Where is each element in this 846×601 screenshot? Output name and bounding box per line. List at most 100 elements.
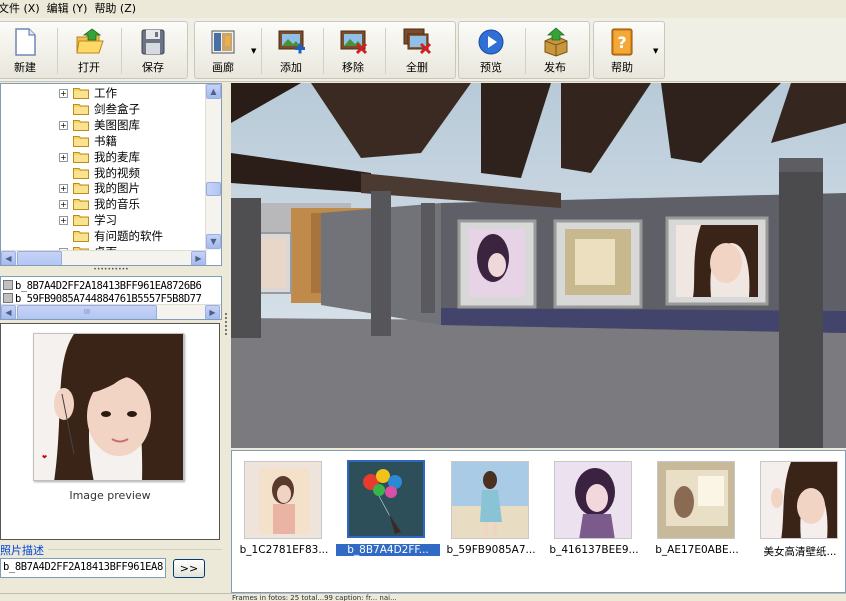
thumbnail-image: [657, 461, 735, 539]
toolbar-separator: [261, 28, 262, 74]
description-input[interactable]: b_8B7A4D2FF2A18413BFF961EA8: [0, 558, 166, 578]
scroll-left-icon[interactable]: ◀: [1, 251, 16, 265]
gallery-scene-image: [231, 83, 846, 448]
expand-icon[interactable]: +: [59, 216, 68, 226]
gallery-3d-view[interactable]: [231, 83, 846, 448]
image-file-icon: [3, 280, 13, 290]
add-button[interactable]: 添加: [263, 22, 319, 78]
help-dropdown-icon[interactable]: ▼: [653, 47, 658, 55]
thumbnail-caption: b_8B7A4D2FF...: [336, 544, 440, 556]
tree-item-label: 我的视频: [94, 165, 140, 180]
tree-vertical-scrollbar[interactable]: ▲ ▼: [205, 84, 221, 250]
publish-label: 发布: [544, 61, 566, 74]
folder-icon: [73, 231, 89, 243]
scroll-right-icon[interactable]: ▶: [191, 251, 206, 265]
help-label: 帮助: [611, 61, 633, 74]
pane-splitter[interactable]: ••••••••••: [0, 267, 222, 276]
thumbnail-caption: b_416137BEE9...: [549, 544, 639, 556]
thumbnail-caption: b_59FB9085A7...: [446, 544, 536, 556]
preview-button[interactable]: 预览: [463, 22, 519, 78]
new-document-icon: [15, 28, 36, 56]
gallery-button[interactable]: 画廊: [195, 22, 251, 78]
scroll-thumb[interactable]: [17, 251, 62, 265]
group-divider: [48, 549, 222, 550]
scroll-thumb[interactable]: III: [17, 305, 157, 319]
tree-item-label: 我的图片: [94, 181, 140, 196]
toolbar-separator: [385, 28, 386, 74]
list-item[interactable]: b_8B7A4D2FF2A18413BFF961EA8726B6: [3, 279, 202, 293]
add-label: 添加: [280, 61, 302, 74]
tree-item-label: 剑叁盒子: [94, 101, 140, 116]
play-icon: [478, 29, 504, 55]
help-book-icon: ?: [611, 28, 633, 56]
folder-icon: [73, 103, 89, 115]
thumbnail-item[interactable]: 美女高清壁纸...: [754, 457, 845, 558]
new-button[interactable]: 新建: [0, 22, 53, 78]
file-name: b_8B7A4D2FF2A18413BFF961EA8726B6: [15, 280, 202, 292]
toolbar-group-file: 新建 打开 保存: [0, 21, 188, 79]
thumbnail-item[interactable]: b_416137BEE9...: [548, 457, 640, 557]
folder-icon: [73, 183, 89, 195]
toolbar-separator: [323, 28, 324, 74]
toolbar: 新建 打开 保存 画廊 ▼ 添加 移除 全删 预览 发布 ? 帮助 ▼: [0, 18, 846, 82]
vertical-splitter[interactable]: [223, 83, 230, 593]
remove-label: 移除: [342, 61, 364, 74]
toolbar-group-publish: 预览 发布: [458, 21, 590, 79]
thumbnail-item[interactable]: b_59FB9085A7...: [445, 457, 537, 557]
scroll-down-icon[interactable]: ▼: [206, 234, 221, 249]
tree-horizontal-scrollbar[interactable]: ◀ ▶: [1, 250, 207, 265]
description-group: 照片描述 b_8B7A4D2FF2A18413BFF961EA8 >>: [0, 542, 222, 591]
folder-icon: [73, 215, 89, 227]
add-picture-icon: [278, 30, 305, 54]
folder-icon: [73, 167, 89, 179]
gallery-dropdown-icon[interactable]: ▼: [251, 47, 256, 55]
thumbnail-caption: 美女高清壁纸...: [763, 546, 837, 558]
menu-help[interactable]: 帮助 (Z): [94, 0, 143, 18]
tree-item-label: 有问题的软件: [94, 229, 163, 244]
open-label: 打开: [78, 61, 100, 74]
expand-icon[interactable]: +: [59, 152, 68, 162]
left-pane: + 工作 剑叁盒子 + 美图图库 书籍 + 我的麦库 我的视频 + 我的图片 + 我的音乐 + 学习 有问题的…: [0, 83, 229, 593]
scroll-left-icon[interactable]: ◀: [1, 305, 16, 319]
apply-description-button[interactable]: >>: [173, 559, 205, 578]
gallery-label: 画廊: [212, 61, 234, 74]
publish-button[interactable]: 发布: [527, 22, 583, 78]
clear-all-icon: [403, 28, 432, 55]
menu-file[interactable]: 文件 (X): [0, 0, 47, 18]
expand-icon[interactable]: +: [59, 120, 68, 130]
file-list: b_8B7A4D2FF2A18413BFF961EA8726B6 b_59FB9…: [0, 276, 222, 320]
expand-icon[interactable]: +: [59, 184, 68, 194]
expand-icon[interactable]: +: [59, 200, 68, 210]
thumbnail-item[interactable]: b_1C2781EF83...: [238, 457, 330, 557]
gallery-icon: [211, 30, 235, 54]
scroll-right-icon[interactable]: ▶: [205, 305, 220, 319]
open-button[interactable]: 打开: [61, 22, 117, 78]
thumbnail-item-selected[interactable]: b_8B7A4D2FF...: [336, 457, 440, 557]
folder-tree: + 工作 剑叁盒子 + 美图图库 书籍 + 我的麦库 我的视频 + 我的图片 + 我的音乐 + 学习 有问题的…: [0, 83, 222, 266]
expand-icon[interactable]: +: [59, 89, 68, 98]
open-folder-icon: [76, 28, 104, 54]
remove-button[interactable]: 移除: [325, 22, 381, 78]
toolbar-group-gallery: 画廊 ▼ 添加 移除 全删: [194, 21, 456, 79]
clear-all-button[interactable]: 全删: [389, 22, 445, 78]
menu-edit[interactable]: 编辑 (Y): [47, 0, 95, 18]
folder-icon: [73, 151, 89, 163]
publish-box-icon: [544, 27, 568, 57]
thumbnail-caption: b_1C2781EF83...: [239, 544, 329, 556]
save-button[interactable]: 保存: [125, 22, 181, 78]
remove-picture-icon: [340, 30, 368, 55]
thumbnail-item[interactable]: b_AE17E0ABE...: [651, 457, 743, 557]
toolbar-separator: [121, 28, 122, 74]
image-preview-panel: ❤ Image preview: [0, 323, 220, 540]
tree-item-label: 我的音乐: [94, 197, 140, 212]
scroll-thumb[interactable]: [206, 182, 221, 196]
image-file-icon: [3, 293, 13, 303]
scroll-up-icon[interactable]: ▲: [206, 84, 221, 99]
file-list-horizontal-scrollbar[interactable]: ◀ III ▶: [1, 304, 221, 319]
toolbar-separator: [57, 28, 58, 74]
help-button[interactable]: ? 帮助: [594, 22, 650, 78]
thumbnail-image: [451, 461, 529, 539]
preview-image: ❤: [33, 333, 184, 481]
thumbnail-image: [554, 461, 632, 539]
floppy-disk-icon: [141, 29, 165, 55]
